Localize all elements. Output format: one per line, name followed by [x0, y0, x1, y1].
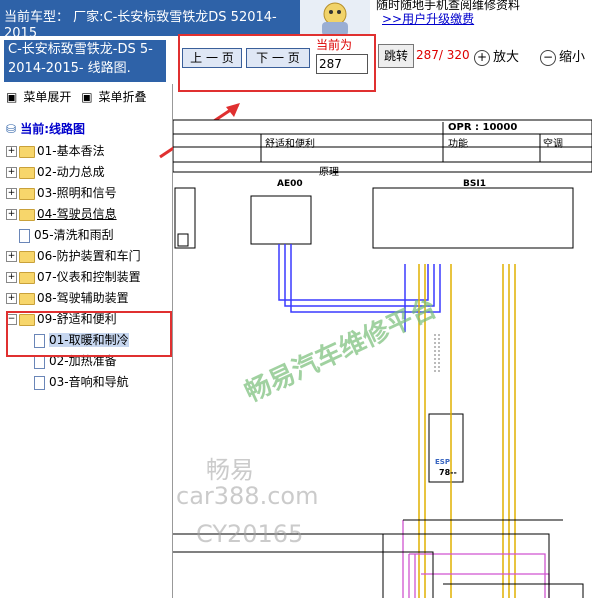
- esp-number: 78--: [439, 468, 457, 477]
- tree-item-label: 05-清洗和雨刮: [34, 228, 114, 242]
- menu-expand-row: ▣ 菜单展开 ▣ 菜单折叠: [6, 88, 153, 105]
- folder-icon: [19, 166, 35, 179]
- database-icon: ⛁: [6, 122, 17, 136]
- principle-label: 原理: [319, 167, 339, 178]
- watermark-3: CY20165: [196, 520, 304, 548]
- top-bar: 当前车型： 厂家:C-长安标致雪铁龙DS 52014- 2015 随时随地手机查…: [0, 0, 592, 36]
- tree-item-08[interactable]: +08-驾驶辅助装置: [6, 288, 141, 309]
- folder-icon: [19, 145, 35, 158]
- tree-child-label: 03-音响和导航: [49, 375, 129, 389]
- aircon-label: 空调: [543, 139, 563, 150]
- zoom-out-label: 缩小: [559, 50, 586, 65]
- zoom-in-label: 放大: [493, 50, 520, 65]
- current-page-input[interactable]: 287: [316, 54, 368, 74]
- zoom-in-icon: +: [474, 50, 490, 66]
- tree-item-label: 07-仪表和控制装置: [37, 270, 141, 284]
- folder-icon: [19, 208, 35, 221]
- current-page-label: 当前为: [316, 38, 353, 52]
- tree-item-06[interactable]: +06-防护装置和车门: [6, 246, 141, 267]
- tree-item-04[interactable]: +04-驾驶员信息: [6, 204, 141, 225]
- zoom-out-icon: −: [540, 50, 556, 66]
- bsi1-label: BSI1: [463, 179, 486, 189]
- page-indicator: 287/ 320: [416, 48, 470, 62]
- collapse-icon[interactable]: ▣: [81, 90, 92, 104]
- tree-item-label: 08-驾驶辅助装置: [37, 291, 129, 305]
- document-icon: [19, 228, 30, 243]
- tree-child-03[interactable]: 03-音响和导航: [6, 372, 141, 393]
- watermark-2: car388.com: [176, 482, 319, 510]
- zoom-in-button[interactable]: + 放大: [474, 46, 519, 66]
- folder-icon: [19, 187, 35, 200]
- sidebar-title-line2: 2014-2015- 线路图.: [8, 61, 131, 76]
- upgrade-link[interactable]: >>用户升级缴费: [382, 10, 474, 27]
- expand-plus-icon[interactable]: +: [6, 188, 17, 199]
- next-page-button[interactable]: 下 一 页: [246, 48, 310, 68]
- expand-plus-icon[interactable]: +: [6, 167, 17, 178]
- tree-item-label: 03-照明和信号: [37, 186, 117, 200]
- expand-plus-icon[interactable]: +: [6, 293, 17, 304]
- tree-root-label: 当前:线路图: [20, 122, 86, 136]
- promo-area: 随时随地手机查阅维修资料 >>用户升级缴费: [374, 0, 592, 36]
- tree-item-07[interactable]: +07-仪表和控制装置: [6, 267, 141, 288]
- tree-root[interactable]: ⛁ 当前:线路图: [6, 120, 141, 137]
- expand-icon[interactable]: ▣: [6, 90, 17, 104]
- expand-plus-icon[interactable]: +: [6, 146, 17, 157]
- esp-label: ESP: [435, 458, 450, 466]
- prev-page-button[interactable]: 上 一 页: [182, 48, 242, 68]
- mascot-logo: [300, 0, 370, 36]
- tree-item-05[interactable]: 05-清洗和雨刮: [6, 225, 141, 246]
- menu-collapse-link[interactable]: 菜单折叠: [99, 90, 147, 104]
- function-label: 功能: [448, 139, 468, 150]
- tree-item-01[interactable]: +01-基本香法: [6, 141, 141, 162]
- tree-item-label: 02-动力总成: [37, 165, 105, 179]
- watermark-1: 畅易: [206, 456, 254, 484]
- folder-icon: [19, 292, 35, 305]
- section-label: 舒适和便利: [265, 139, 315, 150]
- expand-plus-icon[interactable]: +: [6, 272, 17, 283]
- prev-page-label: 上 一 页: [190, 51, 234, 65]
- tree-item-03[interactable]: +03-照明和信号: [6, 183, 141, 204]
- document-icon: [34, 375, 45, 390]
- car-title-line1: 当前车型： 厂家:C-长安标致雪铁龙DS 52014-: [4, 10, 277, 25]
- current-car-title: 当前车型： 厂家:C-长安标致雪铁龙DS 52014- 2015: [0, 0, 300, 36]
- sidebar-title-line1: C-长安标致雪铁龙-DS 5-: [8, 42, 153, 57]
- zoom-out-button[interactable]: − 缩小: [540, 46, 585, 66]
- menu-expand-link[interactable]: 菜单展开: [23, 90, 71, 104]
- next-page-label: 下 一 页: [256, 51, 300, 65]
- folder-icon: [19, 271, 35, 284]
- tree-item-label: 04-驾驶员信息: [37, 207, 117, 221]
- tree-item-02[interactable]: +02-动力总成: [6, 162, 141, 183]
- expand-plus-icon[interactable]: +: [6, 251, 17, 262]
- folder-icon: [19, 250, 35, 263]
- opr-label: OPR : 10000: [448, 122, 518, 133]
- expand-plus-icon[interactable]: +: [6, 209, 17, 220]
- tree-item-label: 06-防护装置和车门: [37, 249, 141, 263]
- sidebar-title: C-长安标致雪铁龙-DS 5- 2014-2015- 线路图.: [4, 40, 166, 82]
- ae00-label: AE00: [277, 179, 303, 189]
- highlight-box-tree: [6, 311, 172, 357]
- tree-item-label: 01-基本香法: [37, 144, 105, 158]
- jump-button[interactable]: 跳转: [378, 44, 414, 68]
